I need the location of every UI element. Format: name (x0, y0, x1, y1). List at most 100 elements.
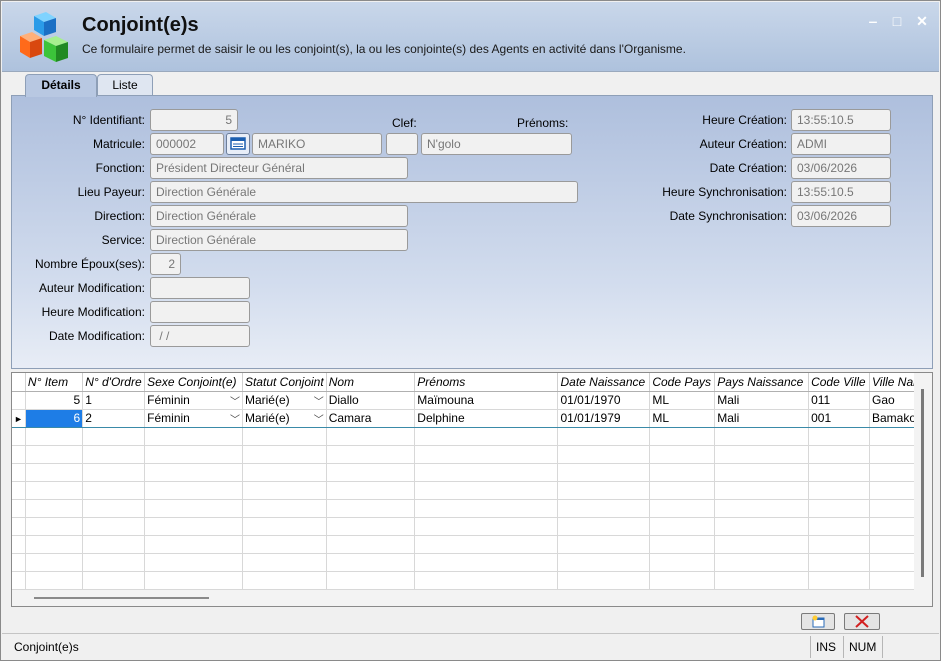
auteur-creation-field[interactable]: ADMI (791, 133, 891, 155)
col-header-code-ville[interactable]: Code Ville (808, 373, 870, 392)
table-row[interactable] (12, 499, 932, 518)
close-button[interactable]: ✕ (913, 12, 931, 30)
prenoms-label: Prénoms: (517, 116, 569, 130)
form-header: Conjoint(e)s Ce formulaire permet de sai… (2, 2, 939, 72)
cell-statut[interactable]: Marié(e) ﹀ (242, 408, 327, 428)
new-record-button[interactable] (801, 613, 835, 630)
horizontal-scroll-thumb[interactable] (34, 597, 209, 599)
table-row[interactable] (12, 445, 932, 464)
nombre-epoux-field[interactable]: 2 (150, 253, 181, 275)
date-sync-field[interactable]: 03/06/2026 (791, 205, 891, 227)
cell-sexe[interactable]: Féminin ﹀ (144, 408, 243, 428)
table-row[interactable] (12, 481, 932, 500)
cell-prenoms[interactable]: Delphine (414, 408, 559, 428)
cell-date-naissance[interactable]: 01/01/1979 (557, 408, 651, 428)
date-modif-field[interactable]: / / (150, 325, 250, 347)
clef-field[interactable] (386, 133, 418, 155)
cell-nom[interactable]: Diallo (326, 391, 416, 410)
direction-field[interactable]: Direction Générale (150, 205, 408, 227)
col-header-code-pays[interactable]: Code Pays (649, 373, 716, 392)
tab-details-label: Détails (41, 78, 81, 92)
table-row[interactable] (12, 571, 932, 590)
cell-code-pays[interactable]: ML (649, 391, 716, 410)
row-indicator[interactable]: ► (12, 408, 26, 428)
table-row[interactable] (12, 535, 932, 554)
prenoms-field[interactable]: N'golo (421, 133, 572, 155)
fonction-field[interactable]: Président Directeur Général (150, 157, 408, 179)
status-num: NUM (843, 636, 881, 658)
lookup-agent-button[interactable] (226, 133, 250, 155)
app-window: Conjoint(e)s Ce formulaire permet de sai… (0, 0, 941, 661)
nombre-epoux-label: Nombre Époux(ses): (34, 257, 145, 271)
vertical-scrollbar[interactable] (914, 373, 932, 591)
cell-code-ville[interactable]: 001 (808, 408, 870, 428)
conjoints-table: N° Item N° d'Ordre Sexe Conjoint(e) Stat… (12, 373, 932, 590)
direction-label: Direction: (94, 209, 145, 223)
auteur-modif-field[interactable] (150, 277, 250, 299)
chevron-down-icon[interactable]: ﹀ (228, 393, 240, 408)
horizontal-scrollbar[interactable] (12, 590, 932, 606)
identifiant-field[interactable]: 5 (150, 109, 238, 131)
tab-liste[interactable]: Liste (97, 74, 153, 96)
form-title: Conjoint(e)s (82, 14, 199, 36)
cell-code-ville[interactable]: 011 (808, 391, 870, 410)
table-row[interactable] (12, 463, 932, 482)
date-creation-field[interactable]: 03/06/2026 (791, 157, 891, 179)
col-header-pays-naissance[interactable]: Pays Naissance (714, 373, 810, 392)
auteur-creation-label: Auteur Création: (699, 137, 787, 151)
cell-code-pays[interactable]: ML (649, 408, 716, 428)
auteur-modif-label: Auteur Modification: (38, 281, 145, 295)
cell-date-naissance[interactable]: 01/01/1970 (557, 391, 651, 410)
chevron-down-icon[interactable]: ﹀ (228, 411, 240, 426)
heure-sync-field[interactable]: 13:55:10.5 (791, 181, 891, 203)
col-header-nom[interactable]: Nom (326, 373, 416, 392)
clef-label: Clef: (392, 116, 417, 130)
tab-details[interactable]: Détails (25, 74, 97, 97)
cell-item[interactable]: 5 (25, 391, 84, 410)
maximize-button[interactable]: □ (888, 12, 906, 30)
cell-ordre[interactable]: 1 (82, 391, 146, 410)
row-indicator-header (12, 373, 26, 392)
tab-liste-label: Liste (112, 78, 138, 92)
fonction-label: Fonction: (95, 161, 145, 175)
table-row[interactable] (12, 553, 932, 572)
cell-prenoms[interactable]: Maïmouna (414, 391, 559, 410)
nom-field[interactable]: MARIKO (252, 133, 382, 155)
delete-button[interactable] (844, 613, 880, 630)
delete-x-icon (855, 615, 869, 628)
cubes-logo-icon (20, 12, 68, 62)
identifiant-label: N° Identifiant: (72, 113, 145, 127)
table-row[interactable] (12, 427, 932, 446)
matricule-label: Matricule: (92, 137, 145, 151)
cell-sexe[interactable]: Féminin ﹀ (144, 391, 243, 410)
cell-pays-naissance[interactable]: Mali (714, 391, 810, 410)
heure-sync-label: Heure Synchronisation: (662, 185, 787, 199)
heure-creation-field[interactable]: 13:55:10.5 (791, 109, 891, 131)
sexe-value: Féminin (147, 392, 190, 407)
lieu-payeur-field[interactable]: Direction Générale (150, 181, 578, 203)
col-header-item[interactable]: N° Item (25, 373, 84, 392)
chevron-down-icon[interactable]: ﹀ (312, 411, 324, 426)
cell-ordre[interactable]: 2 (82, 408, 146, 428)
cell-pays-naissance[interactable]: Mali (714, 408, 810, 428)
service-field[interactable]: Direction Générale (150, 229, 408, 251)
col-header-ordre[interactable]: N° d'Ordre (82, 373, 146, 392)
table-row[interactable]: ► 6 2 Féminin ﹀ Marié(e) ﹀ Camara Delphine… (12, 408, 932, 428)
heure-creation-label: Heure Création: (702, 113, 787, 127)
chevron-down-icon[interactable]: ﹀ (312, 393, 324, 408)
vertical-scroll-thumb[interactable] (921, 389, 924, 577)
col-header-prenoms[interactable]: Prénoms (414, 373, 559, 392)
col-header-sexe[interactable]: Sexe Conjoint(e) (144, 373, 243, 392)
cell-item[interactable]: 6 (25, 408, 84, 428)
minimize-button[interactable]: ‒ (864, 12, 882, 30)
row-indicator[interactable] (12, 391, 26, 410)
table-row[interactable] (12, 517, 932, 536)
cell-nom[interactable]: Camara (326, 408, 416, 428)
statut-value: Marié(e) (244, 410, 290, 425)
table-row[interactable]: 5 1 Féminin ﹀ Marié(e) ﹀ Diallo Maïmouna 0… (12, 391, 932, 410)
cell-statut[interactable]: Marié(e) ﹀ (242, 391, 327, 410)
col-header-date-naissance[interactable]: Date Naissance (557, 373, 651, 392)
col-header-statut[interactable]: Statut Conjoint (242, 373, 327, 392)
heure-modif-field[interactable] (150, 301, 250, 323)
matricule-field[interactable]: 000002 (150, 133, 224, 155)
